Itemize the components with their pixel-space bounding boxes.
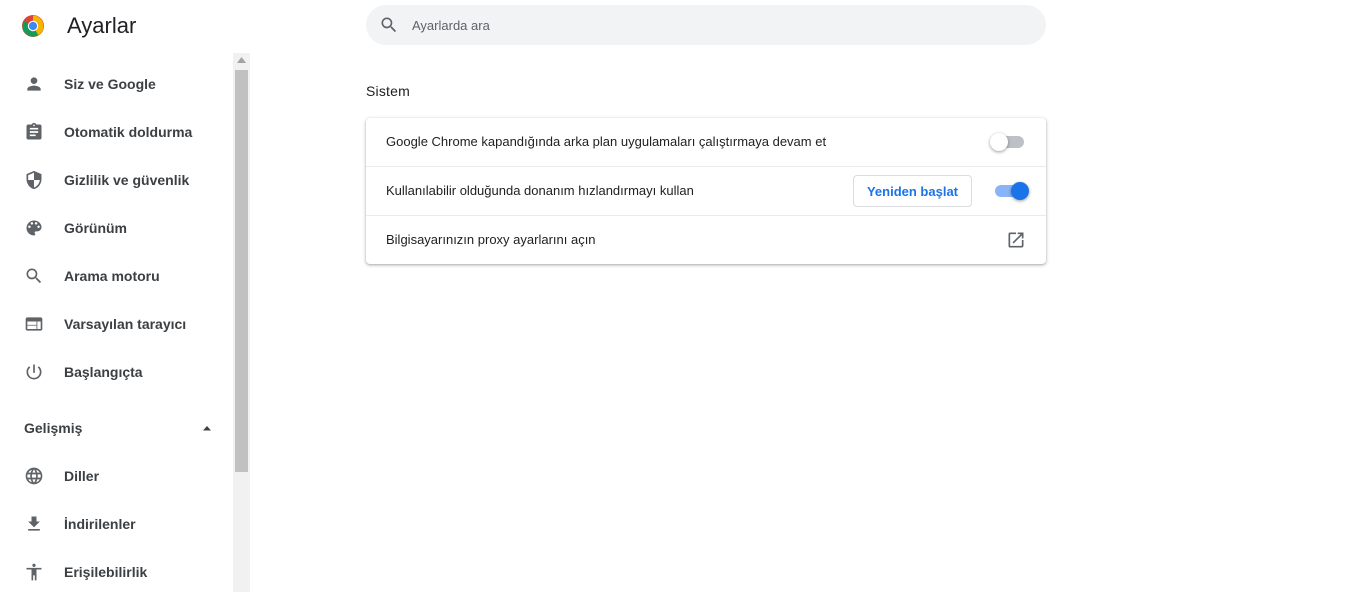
- system-settings-card: Google Chrome kapandığında arka plan uyg…: [366, 118, 1046, 264]
- setting-row-background-apps[interactable]: Google Chrome kapandığında arka plan uyg…: [366, 118, 1046, 166]
- sidebar-item-label: Gizlilik ve güvenlik: [64, 172, 190, 188]
- setting-row-hardware-acceleration[interactable]: Kullanılabilir olduğunda donanım hızland…: [366, 167, 1046, 215]
- setting-label: Kullanılabilir olduğunda donanım hızland…: [386, 183, 694, 198]
- chrome-logo-icon: [22, 15, 44, 37]
- setting-label: Google Chrome kapandığında arka plan uyg…: [386, 134, 827, 149]
- scrollbar-thumb[interactable]: [235, 70, 248, 472]
- page-title: Ayarlar: [67, 13, 137, 38]
- section-title: Sistem: [366, 83, 410, 99]
- search-input[interactable]: [412, 5, 1012, 45]
- sidebar-item-appearance[interactable]: Görünüm: [0, 208, 233, 248]
- sidebar-item-label: Diller: [64, 468, 100, 484]
- sidebar-advanced-toggle[interactable]: Gelişmiş: [0, 408, 233, 448]
- restart-button[interactable]: Yeniden başlat: [853, 175, 972, 207]
- sidebar-item-label: Başlangıçta: [64, 364, 143, 380]
- sidebar-item-privacy-security[interactable]: Gizlilik ve güvenlik: [0, 160, 233, 200]
- sidebar-item-on-startup[interactable]: Başlangıçta: [0, 352, 233, 392]
- sidebar-item-label: Görünüm: [64, 220, 127, 236]
- search-icon: [381, 17, 397, 33]
- sidebar-item-languages[interactable]: Diller: [0, 456, 233, 496]
- sidebar-advanced-label: Gelişmiş: [24, 420, 83, 436]
- shield-icon: [26, 170, 42, 190]
- browser-icon: [25, 317, 43, 331]
- setting-label: Bilgisayarınızın proxy ayarlarını açın: [386, 232, 596, 247]
- sidebar-item-label: Siz ve Google: [64, 76, 156, 92]
- caret-up-icon: [203, 426, 211, 431]
- accessibility-icon: [26, 563, 42, 581]
- sidebar-item-label: İndirilenler: [64, 516, 136, 532]
- power-icon: [26, 364, 42, 380]
- sidebar-item-downloads[interactable]: İndirilenler: [0, 504, 233, 544]
- hardware-acceleration-toggle[interactable]: [993, 182, 1029, 200]
- open-external-icon[interactable]: [1006, 230, 1026, 250]
- palette-icon: [26, 220, 42, 236]
- sidebar-item-search-engine[interactable]: Arama motoru: [0, 256, 233, 296]
- background-apps-toggle[interactable]: [990, 133, 1026, 151]
- sidebar-scrollbar[interactable]: [233, 53, 250, 592]
- sidebar-item-autofill[interactable]: Otomatik doldurma: [0, 112, 233, 152]
- sidebar-item-label: Varsayılan tarayıcı: [64, 316, 187, 332]
- download-icon: [28, 516, 40, 531]
- sidebar-item-accessibility[interactable]: Erişilebilirlik: [0, 552, 233, 592]
- toggle-knob: [990, 133, 1008, 151]
- person-icon: [27, 77, 41, 91]
- sidebar-item-label: Otomatik doldurma: [64, 124, 193, 140]
- settings-search-box[interactable]: [366, 5, 1046, 45]
- sidebar-item-default-browser[interactable]: Varsayılan tarayıcı: [0, 304, 233, 344]
- search-icon: [26, 268, 42, 284]
- setting-row-proxy[interactable]: Bilgisayarınızın proxy ayarlarını açın: [366, 216, 1046, 264]
- sidebar-item-you-and-google[interactable]: Siz ve Google: [0, 64, 233, 104]
- clipboard-icon: [26, 122, 42, 140]
- sidebar-item-label: Arama motoru: [64, 268, 160, 284]
- sidebar-item-label: Erişilebilirlik: [64, 564, 148, 580]
- globe-icon: [25, 467, 43, 485]
- scroll-up-arrow-icon[interactable]: [237, 57, 246, 63]
- toggle-knob: [1011, 182, 1029, 200]
- sidebar: Siz ve Google Otomatik doldurma Gizlilik…: [0, 53, 233, 592]
